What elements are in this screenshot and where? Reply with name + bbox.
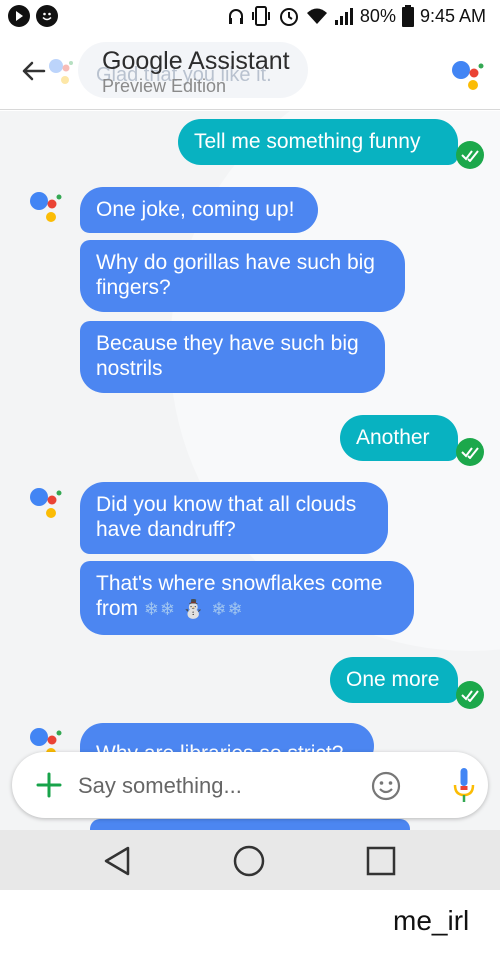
- smiley-icon: [371, 771, 401, 801]
- delivered-check-icon: [456, 681, 484, 709]
- assistant-message[interactable]: That's where snowflakes come from ❄❄ ⛄ ❄…: [80, 561, 414, 635]
- next-bubble-peek: [90, 819, 410, 830]
- signal-icon: [334, 8, 353, 25]
- battery-percent: 80%: [359, 5, 396, 26]
- message-text: Tell me something funny: [194, 130, 421, 153]
- nav-back-button[interactable]: [100, 844, 134, 878]
- add-button[interactable]: [32, 768, 66, 802]
- message-text: One more: [346, 668, 440, 691]
- headphones-icon: [228, 9, 243, 24]
- delivered-check-icon: [456, 141, 484, 169]
- page-title: Google Assistant: [102, 47, 290, 75]
- message-text: Because they have such big nostrils: [96, 332, 359, 380]
- assistant-message[interactable]: Because they have such big nostrils: [80, 321, 385, 393]
- assistant-avatar-small: [46, 54, 74, 88]
- assistant-message[interactable]: One joke, coming up!: [80, 187, 318, 233]
- user-message[interactable]: One more: [330, 657, 458, 703]
- message-text: One joke, coming up!: [96, 198, 295, 221]
- clock: 9:45 AM: [419, 5, 486, 26]
- assistant-message[interactable]: Why do gorillas have such big fingers?: [80, 240, 405, 312]
- nav-home-button[interactable]: [232, 844, 266, 878]
- snowflake-snowman-emoji: ❄❄ ⛄ ❄❄: [143, 599, 244, 619]
- plus-icon: [36, 772, 62, 798]
- vibrate-icon: [251, 6, 270, 26]
- page-subtitle: Preview Edition: [102, 76, 227, 96]
- caption-text: me_irl: [393, 905, 470, 936]
- back-button[interactable]: [18, 56, 48, 86]
- nav-recents-button[interactable]: [364, 844, 398, 878]
- message-text: Why do gorillas have such big fingers?: [96, 251, 375, 299]
- smiley-notification-icon: [36, 5, 58, 27]
- back-triangle-icon: [104, 846, 130, 876]
- user-message[interactable]: Tell me something funny: [178, 119, 458, 165]
- battery-icon: [401, 5, 414, 27]
- message-input[interactable]: [78, 770, 338, 802]
- delivered-check-icon: [456, 438, 484, 466]
- assistant-avatar: [26, 187, 66, 227]
- app-header: Glad that you like it. Google Assistant …: [0, 34, 500, 110]
- arrow-left-icon: [22, 61, 46, 81]
- status-bar: 80% 9:45 AM: [0, 0, 500, 34]
- compose-bar: [12, 752, 488, 818]
- alarm-icon: [279, 8, 298, 26]
- recents-square-icon: [366, 846, 396, 876]
- message-text: Did you know that all clouds have dandru…: [96, 493, 357, 541]
- system-nav-bar: [0, 830, 500, 890]
- user-message[interactable]: Another: [340, 415, 458, 461]
- mic-button[interactable]: [452, 766, 476, 806]
- message-text: Another: [356, 426, 430, 449]
- wifi-icon: [306, 8, 327, 24]
- assistant-message[interactable]: Did you know that all clouds have dandru…: [80, 482, 388, 554]
- play-store-icon: [8, 5, 30, 27]
- status-notifications: [8, 5, 58, 27]
- emoji-button[interactable]: [370, 770, 402, 802]
- mic-icon: [453, 768, 475, 802]
- conversation[interactable]: Tell me something funny One joke, coming…: [0, 111, 500, 830]
- home-circle-icon: [233, 845, 265, 877]
- assistant-avatar: [26, 483, 66, 523]
- status-indicators: 80% 9:45 AM: [228, 5, 486, 27]
- title-area: Glad that you like it. Google Assistant …: [78, 42, 318, 100]
- google-assistant-logo[interactable]: [448, 54, 488, 94]
